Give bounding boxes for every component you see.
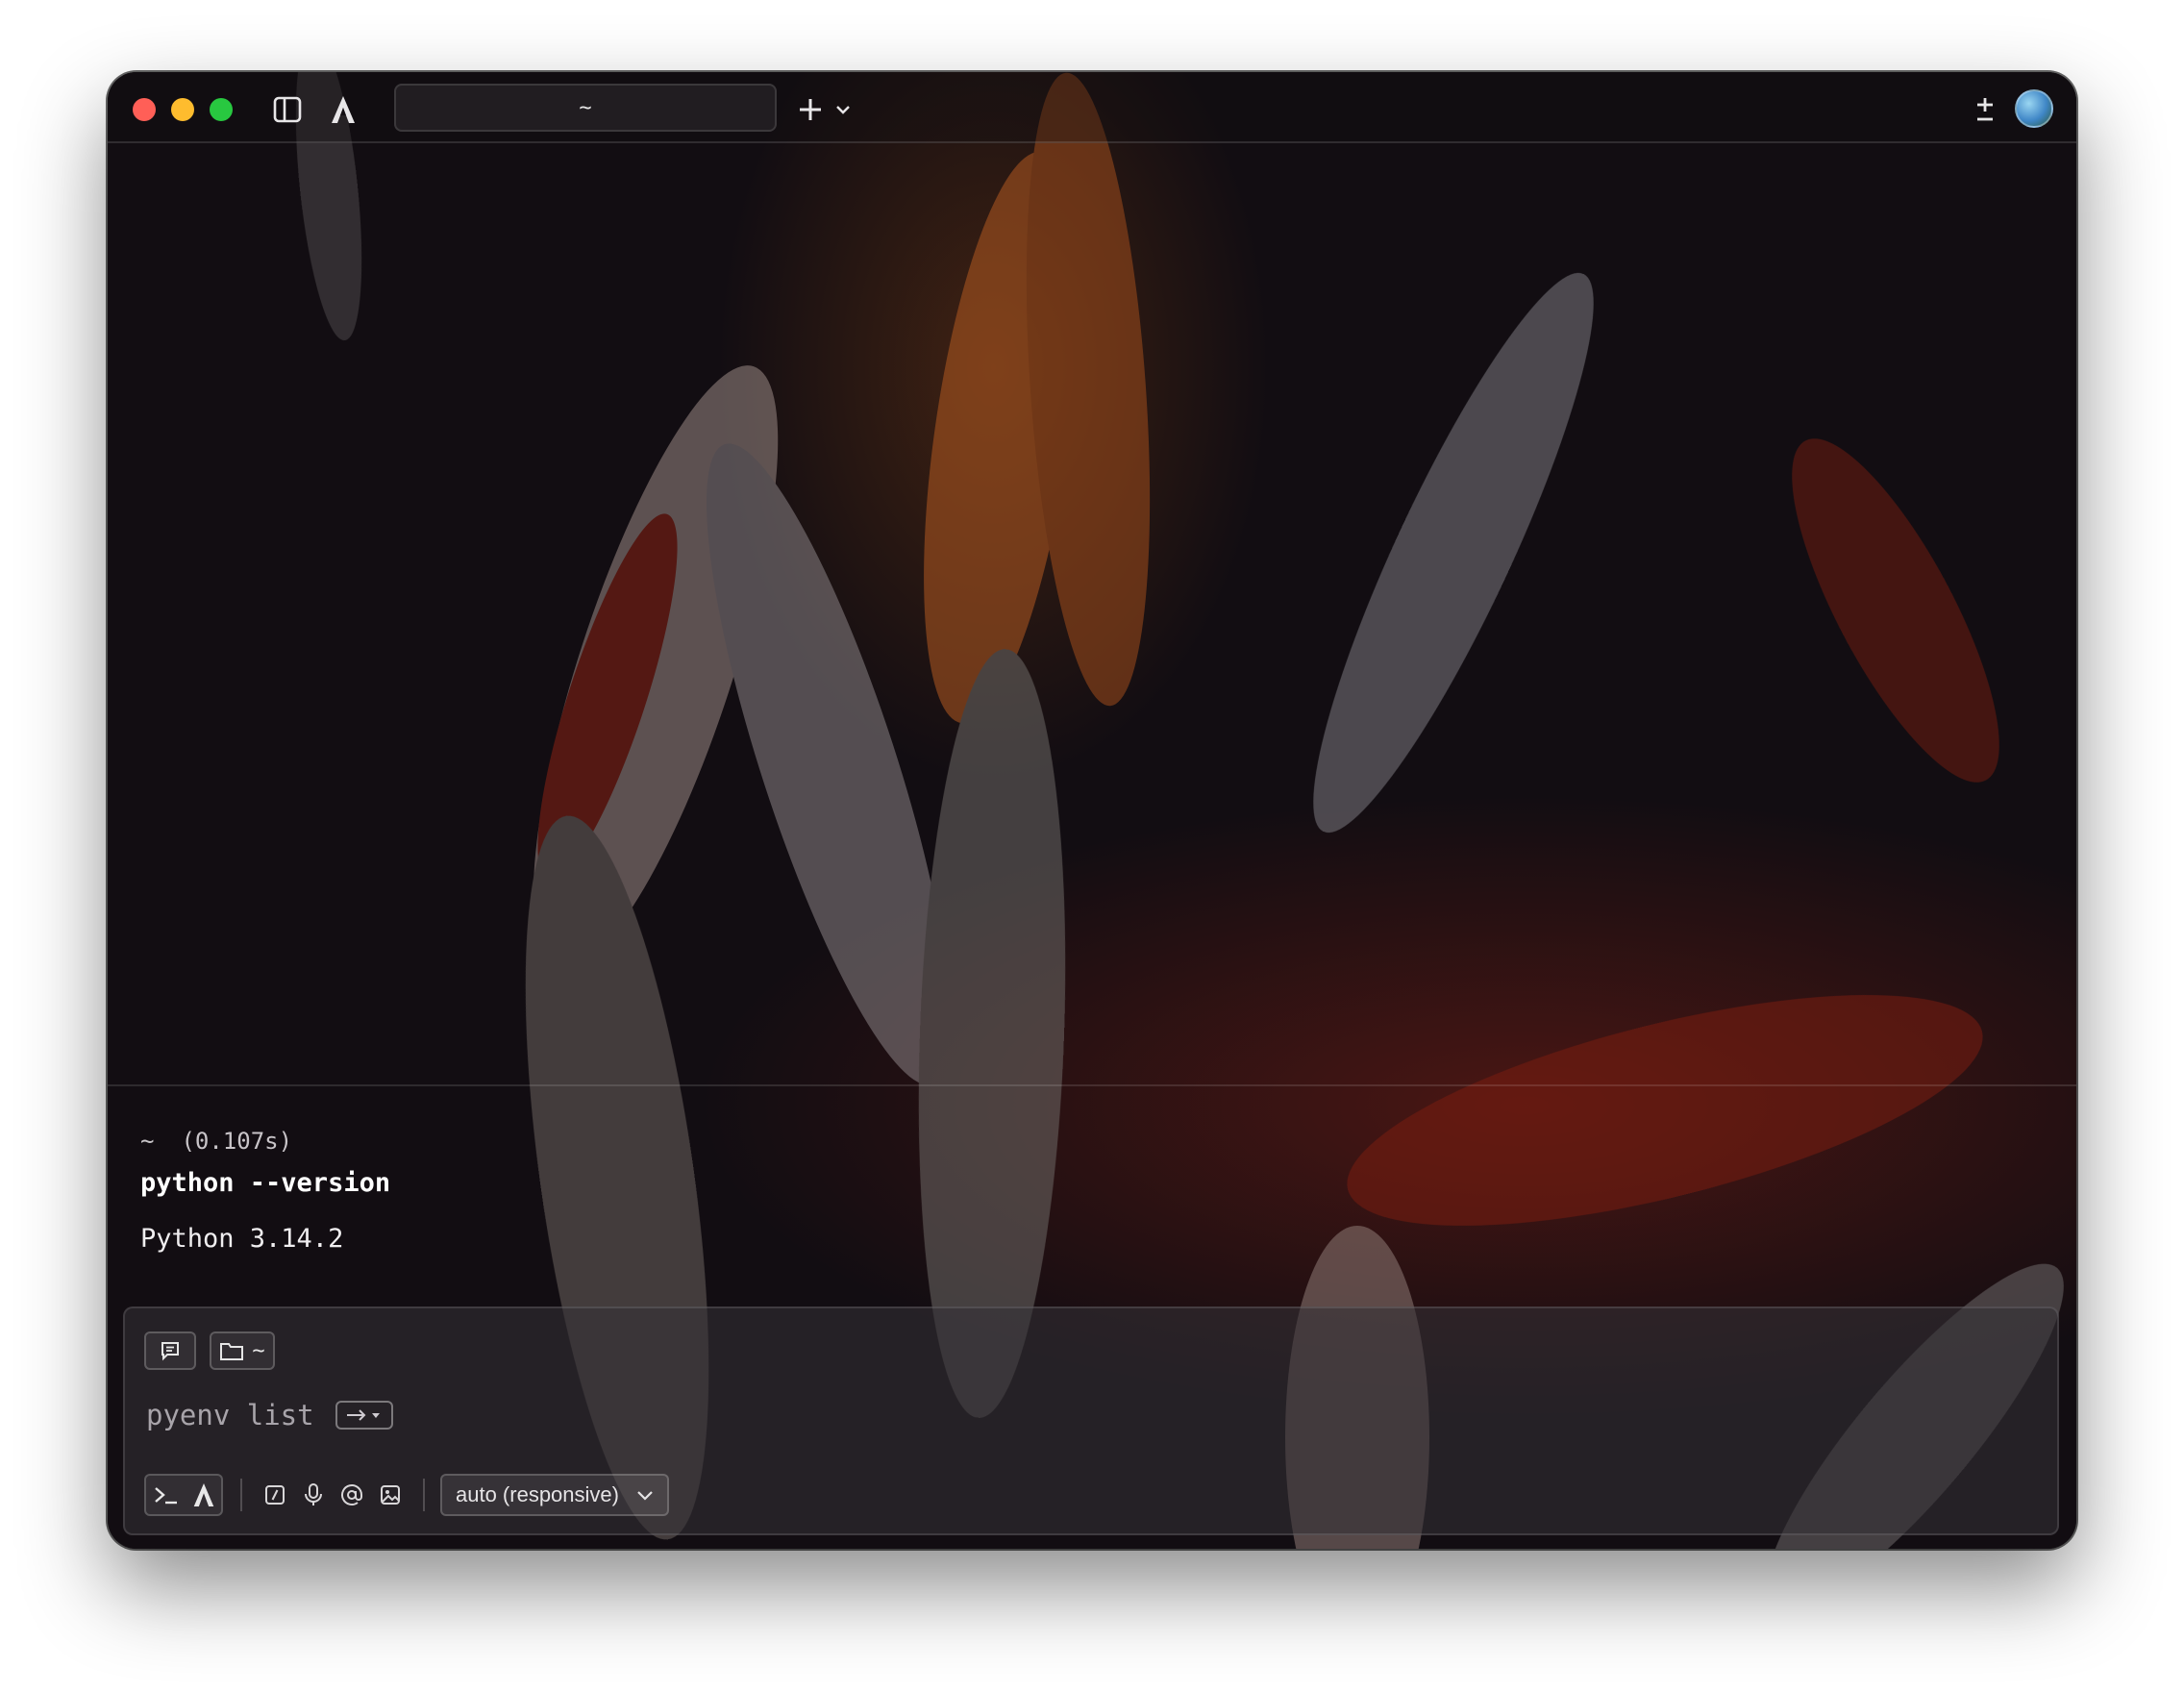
cwd-chip[interactable]: ~: [210, 1331, 275, 1370]
model-select[interactable]: auto (responsive): [440, 1474, 669, 1516]
chat-icon: [161, 1342, 179, 1361]
warp-logo-icon[interactable]: [325, 91, 361, 128]
close-button[interactable]: [133, 98, 156, 121]
block-command: python --version: [140, 1168, 391, 1198]
toolbar-separator: [240, 1479, 242, 1511]
plus-icon[interactable]: [792, 91, 829, 128]
plus-minus-icon[interactable]: [1967, 91, 2003, 128]
model-select-label: auto (responsive): [456, 1482, 619, 1506]
block-output: Python 3.14.2: [140, 1224, 344, 1254]
slash-command-icon[interactable]: [256, 1476, 294, 1514]
command-block[interactable]: ~ (0.107s) python --version Python 3.14.2: [140, 1120, 2038, 1260]
arrow-right-icon: [346, 1409, 380, 1421]
block-duration: (0.107s): [181, 1128, 293, 1155]
terminal-prompt-icon: [154, 1487, 177, 1505]
block-meta: ~ (0.107s): [140, 1120, 2038, 1162]
tab-title: ~: [579, 95, 592, 120]
titlebar: ~: [108, 72, 2076, 143]
toolbar-separator: [423, 1479, 425, 1511]
folder-icon: [220, 1343, 244, 1360]
user-avatar[interactable]: [2015, 89, 2053, 128]
command-input[interactable]: pyenv list: [146, 1399, 393, 1431]
agent-mode-icon: [193, 1483, 213, 1506]
tab-home[interactable]: ~: [394, 84, 777, 132]
cwd-chip-label: ~: [252, 1338, 265, 1363]
input-panel: ~ pyenv list auto (responsive): [123, 1306, 2059, 1535]
at-mention-icon[interactable]: [333, 1476, 371, 1514]
chevron-down-icon[interactable]: [825, 91, 861, 128]
input-toolbar: auto (responsive): [144, 1474, 669, 1516]
block-divider: [108, 1084, 2076, 1086]
image-attach-icon[interactable]: [371, 1476, 410, 1514]
block-cwd: ~: [140, 1128, 155, 1155]
zoom-button[interactable]: [210, 98, 233, 121]
input-suggestion: pyenv list: [146, 1399, 314, 1431]
sidebar-toggle-icon[interactable]: [269, 91, 306, 128]
minimize-button[interactable]: [171, 98, 194, 121]
accept-suggestion-key[interactable]: [335, 1401, 393, 1430]
chevron-down-icon: [636, 1489, 654, 1501]
terminal-window: ~ ~ (0.107s) python --version Python 3.14…: [108, 72, 2076, 1549]
microphone-icon[interactable]: [294, 1476, 333, 1514]
conversation-button[interactable]: [144, 1331, 196, 1370]
mode-switch[interactable]: [144, 1474, 223, 1516]
